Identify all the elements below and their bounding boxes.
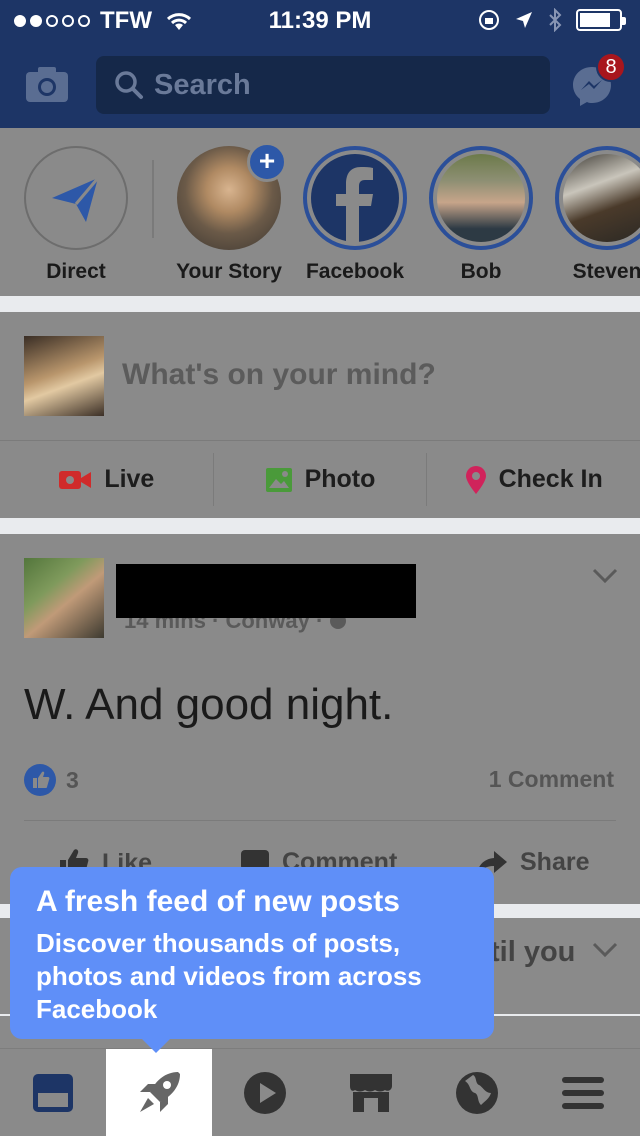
feed-post: 14 mins · Conway · W. And good night. 3 … [0, 534, 640, 904]
comment-count[interactable]: 1 Comment [489, 766, 614, 793]
story-name: Bob [460, 260, 502, 283]
story-name: Direct [46, 260, 106, 283]
search-input[interactable]: Search [96, 56, 550, 114]
status-bar: TFW 11:39 PM [0, 0, 640, 40]
post-divider [24, 820, 616, 821]
photo-icon [265, 467, 292, 492]
redacted-author-name [116, 564, 416, 618]
orientation-lock-icon [479, 10, 499, 30]
composer-actions: Live Photo Check In [0, 440, 640, 518]
photo-button[interactable]: Photo [214, 453, 428, 506]
share-label: Share [520, 848, 590, 876]
bluetooth-icon [549, 8, 562, 32]
tooltip-arrow [142, 1039, 170, 1053]
story-facebook[interactable]: Facebook [293, 146, 417, 284]
menu-icon [562, 1077, 604, 1109]
post-text: W. And good night. [24, 680, 394, 729]
status-input[interactable]: What's on your mind? [122, 358, 436, 392]
messenger-badge: 8 [596, 52, 626, 82]
bottom-tab-bar [0, 1048, 640, 1136]
feature-tooltip[interactable]: A fresh feed of new posts Discover thous… [10, 867, 494, 1053]
camera-icon[interactable] [24, 64, 70, 104]
chevron-down-icon[interactable] [592, 942, 618, 958]
location-pin-icon [465, 465, 486, 494]
stories-divider [152, 160, 154, 238]
tab-news-feed[interactable] [0, 1049, 106, 1136]
share-button[interactable]: Share [476, 848, 589, 877]
tooltip-title: A fresh feed of new posts [36, 885, 400, 918]
reactions-summary[interactable]: 3 [24, 764, 79, 796]
marketplace-icon [350, 1074, 392, 1112]
direct-circle [24, 146, 128, 250]
top-nav-bar: Search 8 [0, 40, 640, 128]
your-story-avatar: + [177, 142, 287, 250]
live-button[interactable]: Live [0, 453, 214, 506]
tab-explore-feed[interactable] [106, 1049, 212, 1136]
tab-marketplace[interactable] [318, 1049, 424, 1136]
story-bob[interactable]: Bob [419, 146, 543, 284]
live-label: Live [104, 465, 155, 493]
plus-icon: + [247, 142, 287, 182]
play-video-icon [244, 1072, 286, 1114]
like-count: 3 [66, 766, 79, 793]
facebook-avatar [303, 146, 407, 250]
chevron-down-icon[interactable] [592, 568, 618, 584]
check-in-button[interactable]: Check In [427, 453, 640, 506]
tab-menu[interactable] [530, 1049, 636, 1136]
stories-tray: Direct + Your Story Facebook Bob Steven [0, 128, 640, 296]
globe-notifications-icon [456, 1072, 498, 1114]
tooltip-body: Discover thousands of posts, photos and … [36, 928, 422, 1024]
story-steven[interactable]: Steven [545, 146, 640, 284]
facebook-logo-icon [336, 167, 373, 242]
user-avatar[interactable] [24, 336, 104, 416]
post-author-avatar[interactable] [24, 558, 104, 638]
tab-watch[interactable] [212, 1049, 318, 1136]
story-direct[interactable]: Direct [14, 146, 138, 284]
check-in-label: Check In [498, 465, 603, 493]
rocket-icon [140, 1072, 180, 1112]
search-placeholder: Search [154, 69, 251, 101]
story-name: Your Story [176, 260, 282, 283]
post2-text-fragment: til you [490, 936, 576, 968]
story-name: Steven [572, 260, 640, 283]
like-reaction-icon [24, 764, 56, 796]
search-icon [115, 71, 143, 99]
paper-plane-icon [52, 177, 100, 222]
bob-avatar [429, 146, 533, 250]
story-name: Facebook [305, 260, 405, 283]
photo-label: Photo [304, 465, 376, 493]
news-feed-icon [33, 1074, 73, 1112]
location-arrow-icon [516, 12, 532, 28]
composer-card: What's on your mind? Live Photo Check In [0, 312, 640, 518]
steven-avatar [555, 146, 640, 250]
story-your-story[interactable]: + Your Story [167, 142, 291, 284]
live-video-icon [59, 470, 92, 489]
tab-notifications[interactable] [424, 1049, 530, 1136]
battery-icon [576, 9, 626, 31]
